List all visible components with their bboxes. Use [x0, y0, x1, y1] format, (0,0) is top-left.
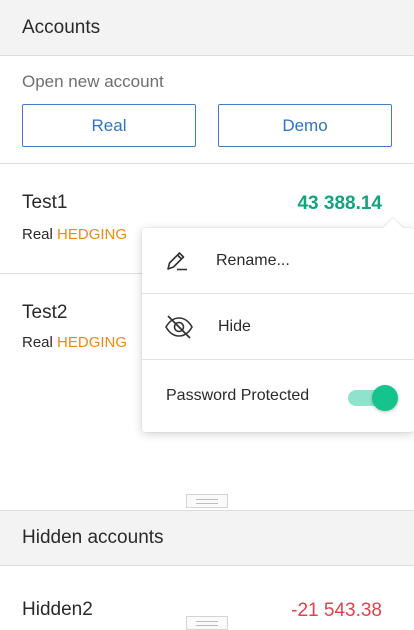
account-mode: Real — [22, 334, 53, 351]
hidden-accounts-title: Hidden accounts — [22, 527, 164, 548]
toggle-knob — [372, 385, 398, 411]
pencil-icon — [164, 248, 190, 274]
accounts-section-header: Accounts — [0, 0, 414, 56]
password-protected-toggle[interactable] — [346, 385, 400, 411]
open-demo-account-button[interactable]: Demo — [218, 104, 392, 147]
account-type: HEDGING — [57, 334, 128, 351]
password-protected-label: Password Protected — [166, 387, 310, 404]
account-subtitle: Real HEDGING — [22, 226, 127, 243]
menu-item-rename-label: Rename... — [216, 251, 290, 269]
menu-item-hide[interactable]: Hide — [142, 294, 414, 360]
accounts-title: Accounts — [22, 16, 101, 38]
account-name: Hidden2 — [22, 599, 93, 620]
account-type: HEDGING — [57, 226, 128, 243]
account-mode: Real — [22, 226, 53, 243]
resize-handle[interactable] — [186, 616, 228, 630]
account-name: Test2 — [22, 302, 68, 323]
account-balance: 43 388.14 — [297, 193, 382, 214]
menu-item-hide-label: Hide — [218, 317, 251, 335]
hidden-accounts-header: Hidden accounts — [0, 510, 414, 566]
open-new-account-caption: Open new account — [22, 72, 164, 91]
open-real-account-button[interactable]: Real — [22, 104, 196, 147]
menu-item-password-protected: Password Protected — [142, 360, 414, 432]
account-subtitle: Real HEDGING — [22, 334, 127, 351]
eye-slash-icon — [164, 314, 193, 340]
menu-item-rename[interactable]: Rename... — [142, 228, 414, 294]
account-context-menu: Rename... Hide Password Protected — [142, 218, 414, 432]
open-new-account-panel: Open new account Real Demo — [0, 56, 414, 164]
account-balance: -21 543.38 — [291, 600, 382, 621]
resize-handle[interactable] — [186, 494, 228, 508]
account-name: Test1 — [22, 192, 68, 213]
